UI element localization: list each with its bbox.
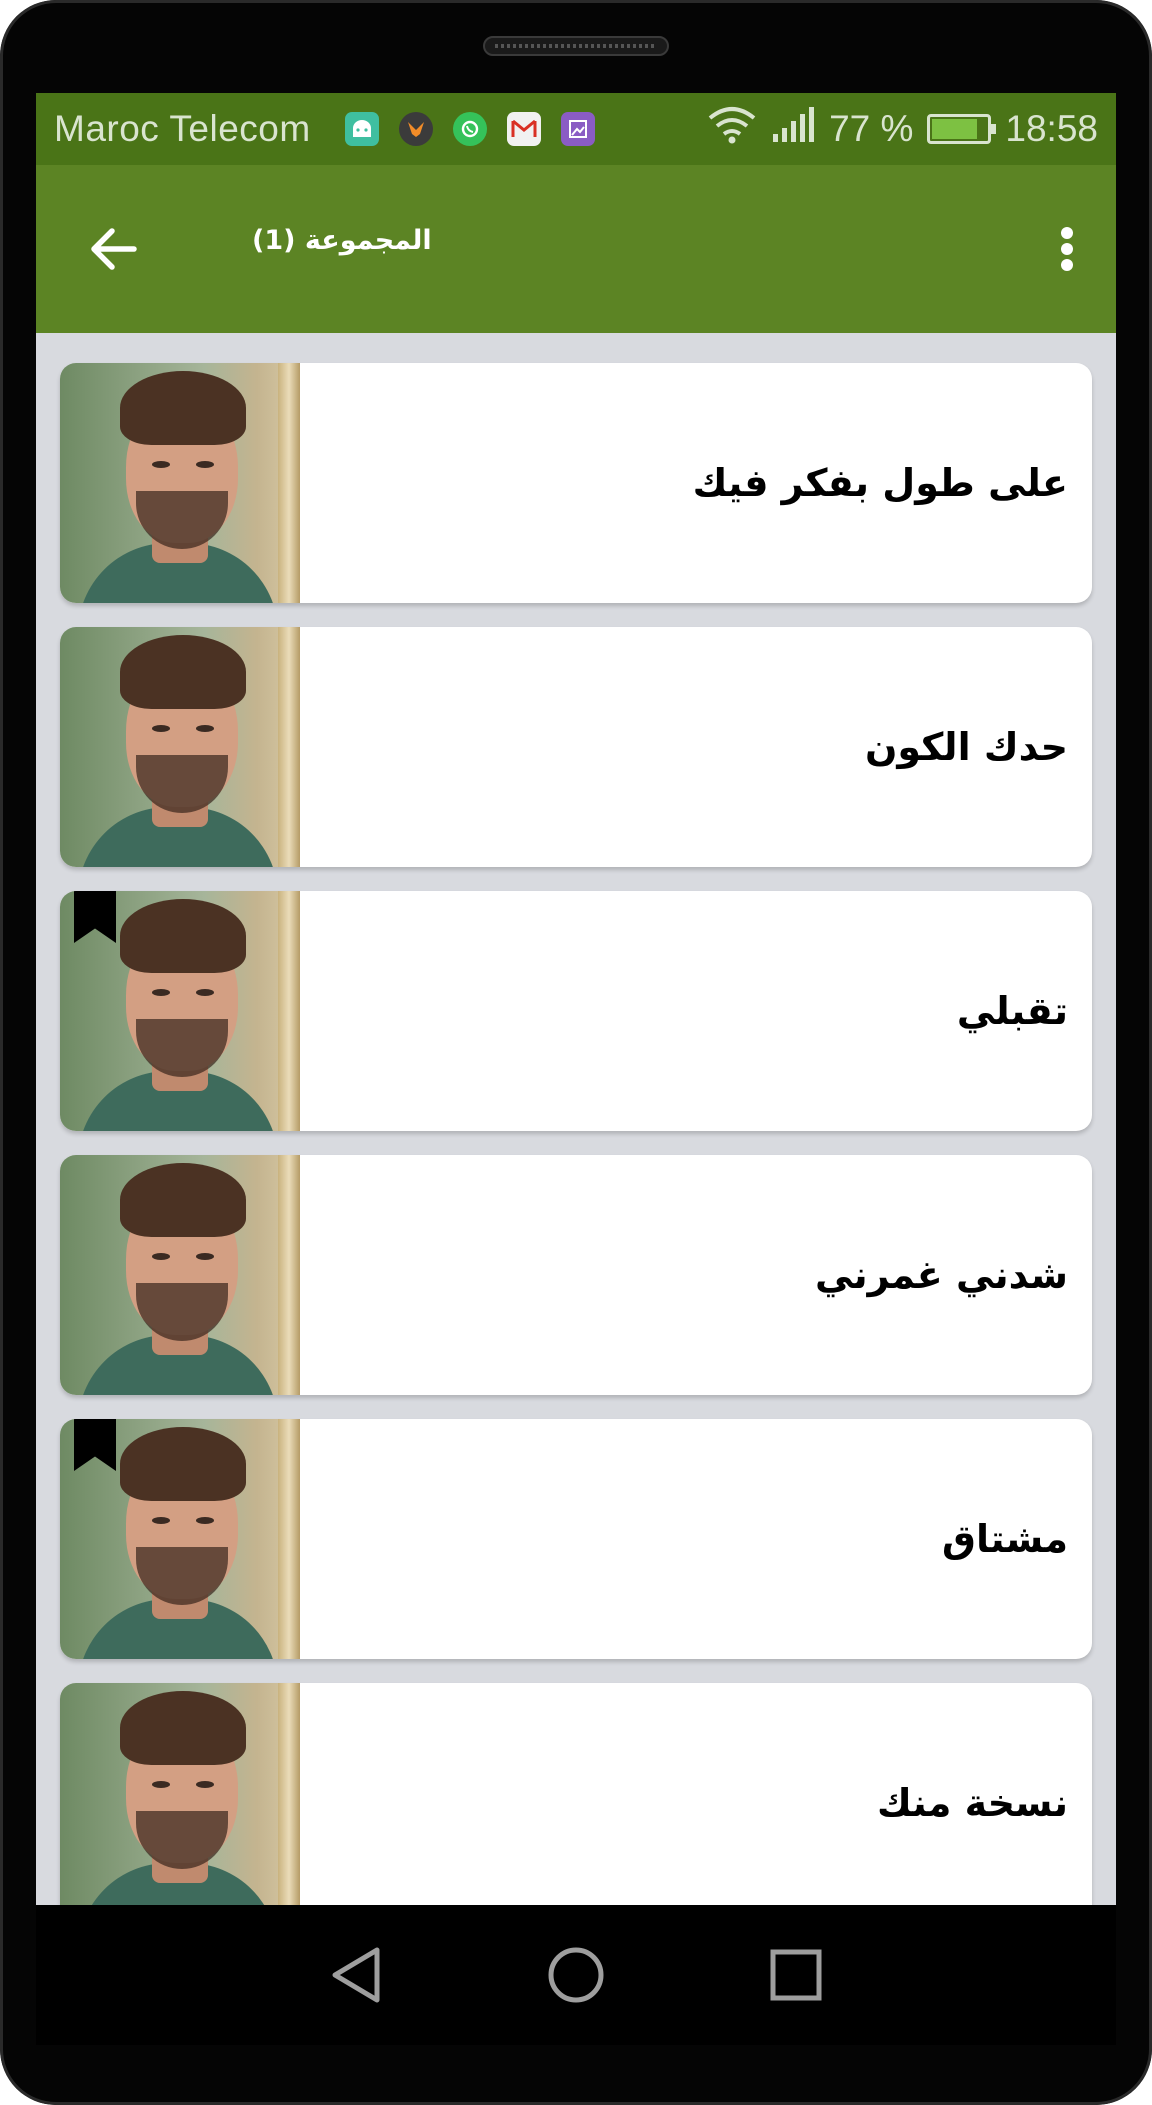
thumbnail-part (152, 989, 170, 996)
more-vert-dot (1061, 243, 1073, 255)
phone-frame: Maroc Telecom 77 % 18:58 المجموعة (1) عل… (0, 0, 1152, 2105)
signal-icon (771, 106, 815, 153)
song-title: شدني غمرني (814, 1253, 1068, 1297)
thumbnail-part (196, 1253, 214, 1260)
thumbnail-part (152, 1781, 170, 1788)
whatsapp-icon (452, 112, 487, 146)
thumbnail-part (120, 1691, 246, 1765)
song-list-item[interactable]: نسخة منك (60, 1683, 1092, 1905)
more-vert-dot (1061, 259, 1073, 271)
song-list-item[interactable]: شدني غمرني (60, 1155, 1092, 1395)
song-title: نسخة منك (876, 1781, 1068, 1825)
thumbnail-part (196, 461, 214, 468)
recents-square-icon (770, 1949, 822, 2001)
artist-thumbnail (60, 891, 300, 1131)
thumbnail-part (136, 1811, 228, 1869)
thumbnail-part (136, 491, 228, 549)
thumbnail-part (152, 1253, 170, 1260)
thumbnail-part (120, 899, 246, 973)
thumbnail-part (278, 1155, 300, 1395)
status-right: 77 % 18:58 (707, 106, 1098, 153)
battery-percent: 77 % (829, 108, 914, 149)
thumbnail-part (278, 627, 300, 867)
back-triangle-icon (332, 1947, 380, 2003)
page-title: المجموعة (1) (252, 225, 432, 256)
gmail-icon (506, 112, 541, 146)
thumbnail-part (278, 891, 300, 1131)
artist-thumbnail (60, 1419, 300, 1659)
nav-recents-button[interactable] (761, 1940, 831, 2010)
song-title: حدك الكون (864, 725, 1068, 769)
artist-thumbnail (60, 1683, 300, 1905)
thumbnail-part (120, 371, 246, 445)
artist-thumbnail (60, 363, 300, 603)
wifi-icon (707, 106, 757, 153)
song-title: على طول بفكر فيك (692, 461, 1068, 505)
nav-home-button[interactable] (541, 1940, 611, 2010)
gallery-icon (560, 112, 595, 146)
thumbnail-part (196, 1517, 214, 1524)
thumbnail-part (136, 1019, 228, 1077)
bookmark-icon[interactable] (74, 891, 116, 943)
thumbnail-part (152, 461, 170, 468)
thumbnail-part (152, 725, 170, 732)
artist-thumbnail (60, 627, 300, 867)
battery-icon (927, 114, 997, 144)
nav-back-button[interactable] (321, 1940, 391, 2010)
thumbnail-part (120, 1427, 246, 1501)
clock: 18:58 (1005, 108, 1098, 149)
status-bar: Maroc Telecom 77 % 18:58 (36, 93, 1116, 165)
overflow-menu-button[interactable] (1054, 219, 1080, 279)
thumbnail-part (136, 1547, 228, 1605)
song-list-item[interactable]: تقبلي (60, 891, 1092, 1131)
song-title: تقبلي (956, 989, 1068, 1033)
system-nav-bar (36, 1905, 1116, 2045)
song-list-item[interactable]: حدك الكون (60, 627, 1092, 867)
fox-app-icon (398, 112, 433, 146)
thumbnail-part (196, 1781, 214, 1788)
thumbnail-part (120, 1163, 246, 1237)
thumbnail-part (152, 1517, 170, 1524)
back-button[interactable] (84, 219, 144, 279)
thumbnail-part (120, 635, 246, 709)
thumbnail-part (136, 755, 228, 813)
bookmark-icon[interactable] (74, 1419, 116, 1471)
app-bar: المجموعة (1) (36, 165, 1116, 333)
thumbnail-part (196, 725, 214, 732)
thumbnail-part (136, 1283, 228, 1341)
home-circle-icon (548, 1947, 604, 2003)
carrier-name: Maroc Telecom (54, 108, 311, 149)
thumbnail-part (278, 1419, 300, 1659)
song-title: مشتاق (942, 1517, 1068, 1561)
arrow-left-icon (91, 228, 137, 270)
thumbnail-part (278, 1683, 300, 1905)
battery-level-fill (932, 119, 978, 139)
song-list-item[interactable]: على طول بفكر فيك (60, 363, 1092, 603)
android-icon (344, 112, 379, 146)
thumbnail-part (196, 989, 214, 996)
song-list-item[interactable]: مشتاق (60, 1419, 1092, 1659)
thumbnail-part (278, 363, 300, 603)
phone-speaker (483, 36, 669, 56)
more-vert-icon (1061, 227, 1073, 239)
artist-thumbnail (60, 1155, 300, 1395)
screen: Maroc Telecom 77 % 18:58 المجموعة (1) عل… (36, 93, 1116, 1905)
